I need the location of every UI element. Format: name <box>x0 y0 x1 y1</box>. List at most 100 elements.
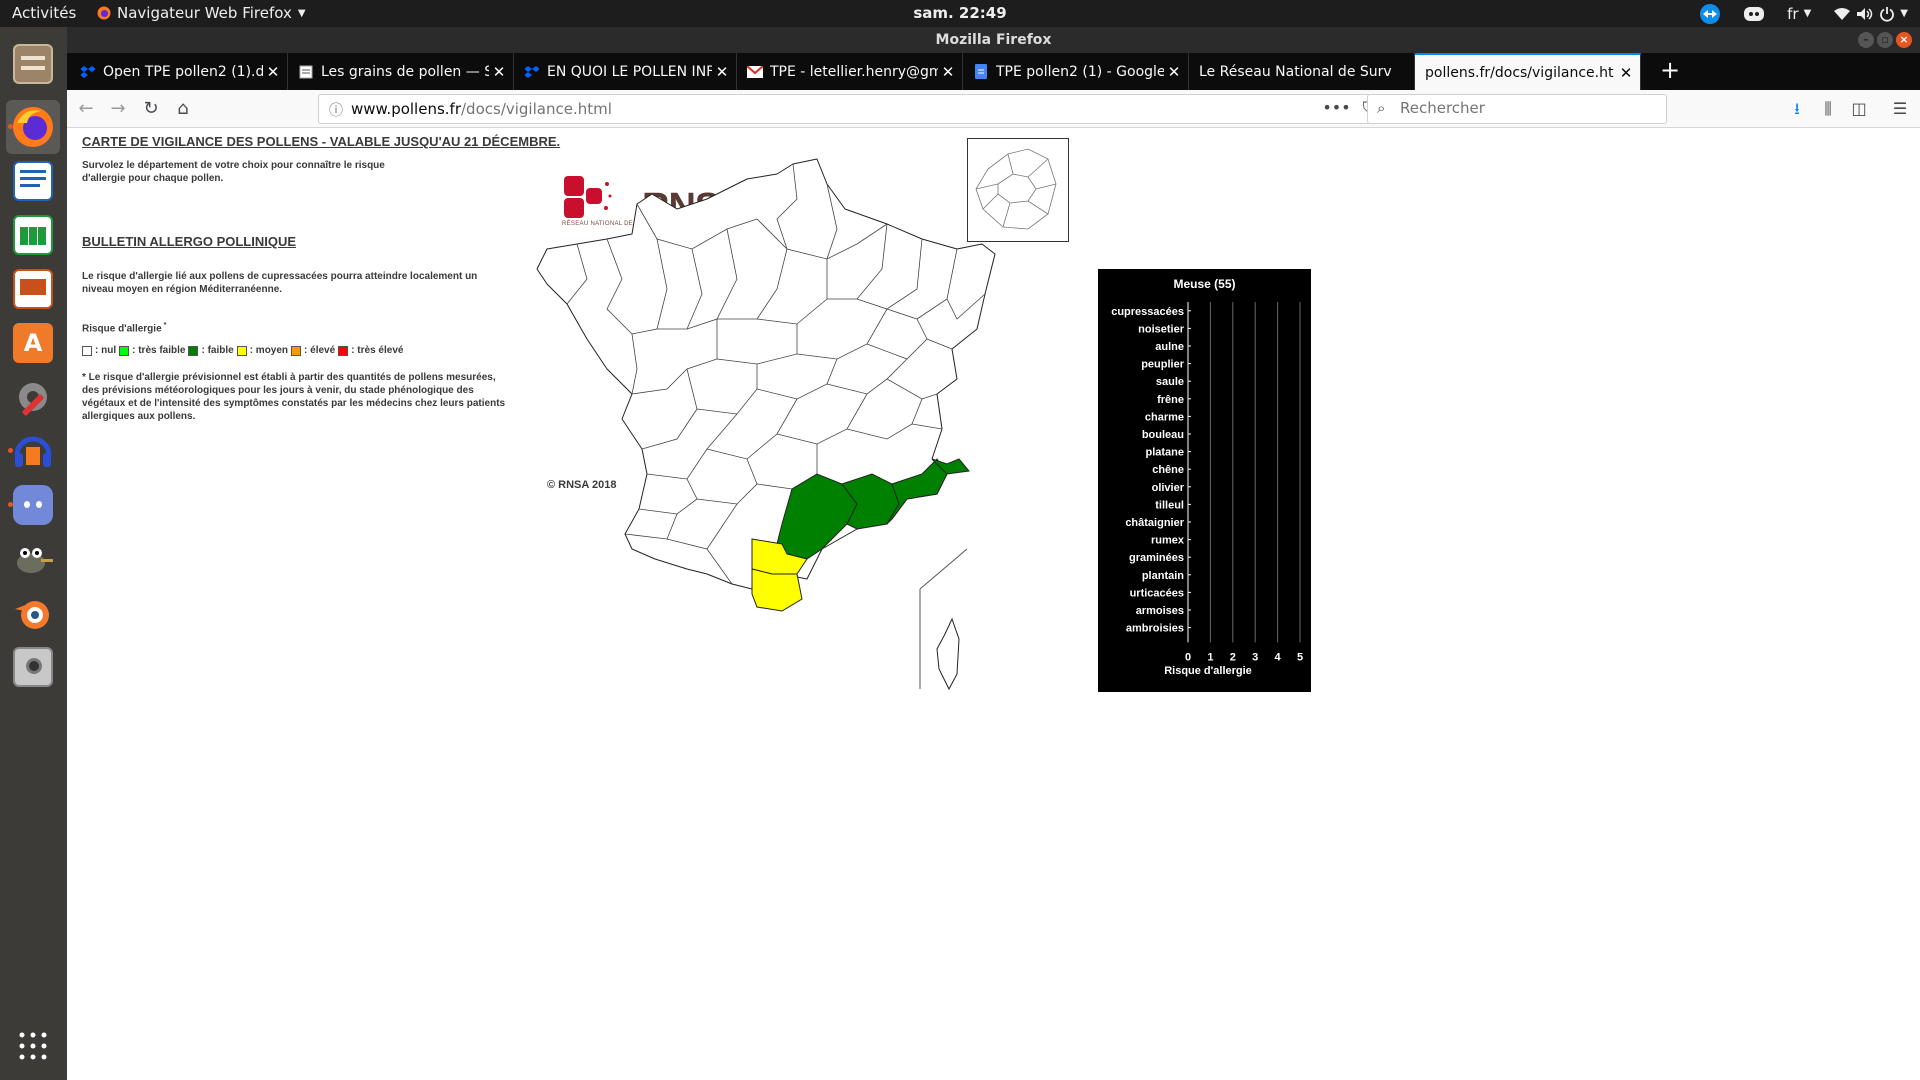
chart-category-label: noisetier <box>1138 323 1185 335</box>
discord-tray-icon[interactable] <box>1743 5 1765 23</box>
dock-audacity[interactable] <box>6 424 60 478</box>
chart-category-label: saule <box>1156 376 1184 388</box>
dock-screenshot[interactable] <box>6 640 60 694</box>
tab-title: Le Réseau National de Surv <box>1199 63 1392 80</box>
window-titlebar[interactable]: Mozilla Firefox – ▫ × <box>67 27 1920 53</box>
tab-2[interactable]: Les grains de pollen — S ✕ <box>288 53 514 90</box>
dropbox-icon <box>524 64 540 80</box>
docs-icon <box>973 64 989 80</box>
teamviewer-tray-icon[interactable] <box>1699 3 1721 25</box>
close-tab-icon[interactable]: ✕ <box>489 63 509 81</box>
france-departments-map[interactable] <box>527 129 1167 779</box>
legend-swatch-tres-eleve <box>338 345 349 356</box>
dock-impress[interactable] <box>6 262 60 316</box>
discord-icon <box>13 485 53 525</box>
page-content: CARTE DE VIGILANCE DES POLLENS - VALABLE… <box>67 129 1920 1080</box>
dock-blender[interactable] <box>6 586 60 640</box>
corsica-separator <box>919 548 968 590</box>
tab-4[interactable]: TPE - letellier.henry@gm ✕ <box>737 53 963 90</box>
minimize-button[interactable]: – <box>1858 32 1874 48</box>
language-label: fr <box>1787 4 1799 23</box>
forward-button[interactable]: → <box>106 97 130 121</box>
dock-software[interactable]: A <box>6 316 60 370</box>
tab-title: TPE - letellier.henry@gm <box>770 63 938 80</box>
allergy-risk-chart: Meuse (55) 0 1 2 3 4 5 cupressacées noisetier au… <box>1098 269 1311 692</box>
downloads-icon[interactable]: ⭳ <box>1786 98 1808 120</box>
tab-1[interactable]: Open TPE pollen2 (1).do ✕ <box>70 53 288 90</box>
caret-down-icon: ▼ <box>297 7 306 19</box>
chart-category-label: châtaignier <box>1125 517 1184 529</box>
chart-category-label: graminées <box>1129 552 1184 564</box>
blender-icon <box>15 601 49 629</box>
home-button[interactable]: ⌂ <box>171 97 195 121</box>
url-bar[interactable]: ⓘ www.pollens.fr/docs/vigilance.html •••… <box>318 94 1410 124</box>
tab-3[interactable]: EN QUOI LE POLLEN INF ✕ <box>514 53 737 90</box>
chart-category-label: rumex <box>1151 535 1185 547</box>
hamburger-menu-icon[interactable]: ☰ <box>1889 98 1911 120</box>
dock-writer[interactable] <box>6 154 60 208</box>
dock-settings[interactable] <box>6 370 60 424</box>
dock-calc[interactable] <box>6 208 60 262</box>
chart-category-label: tilleul <box>1155 499 1184 511</box>
clock[interactable]: sam. 22:49 <box>913 4 1006 22</box>
dock-show-apps[interactable] <box>6 1019 60 1073</box>
tab-5[interactable]: TPE pollen2 (1) - Google ✕ <box>963 53 1189 90</box>
info-icon[interactable]: ⓘ <box>329 100 343 120</box>
page-title: CARTE DE VIGILANCE DES POLLENS - VALABLE… <box>82 134 561 149</box>
search-bar[interactable]: ⌕ <box>1367 94 1667 124</box>
chart-category-label: chêne <box>1152 464 1184 476</box>
dock-gimp[interactable] <box>6 532 60 586</box>
maximize-button[interactable]: ▫ <box>1877 32 1893 48</box>
risk-legend: : nul : très faible : faible : moyen : é… <box>82 345 403 356</box>
legend-label: : très faible <box>132 345 186 356</box>
search-input[interactable] <box>1400 99 1660 117</box>
dock-firefox[interactable] <box>6 100 60 154</box>
legend-swatch-moyen <box>236 345 247 356</box>
close-window-button[interactable]: × <box>1896 32 1912 48</box>
app-menu[interactable]: Navigateur Web Firefox ▼ <box>97 4 306 22</box>
page-icon <box>298 64 314 80</box>
tab-7-active[interactable]: pollens.fr/docs/vigilance.ht ✕ <box>1415 53 1641 90</box>
bulletin-text: Le risque d'allergie lié aux pollens de … <box>82 271 478 295</box>
corsica-outline <box>936 617 960 691</box>
legend-swatch-tres-faible <box>119 345 130 356</box>
volume-icon <box>1857 7 1873 20</box>
tab-title: Open TPE pollen2 (1).do <box>103 63 263 80</box>
close-tab-icon[interactable]: ✕ <box>1164 63 1184 81</box>
sidebar-icon[interactable]: ◫ <box>1848 98 1870 120</box>
bulletin-heading: BULLETIN ALLERGO POLLINIQUE <box>82 234 297 249</box>
back-button[interactable]: ← <box>74 97 98 121</box>
legend-label: : élevé <box>304 345 336 356</box>
close-tab-icon[interactable]: ✕ <box>1616 64 1636 82</box>
url-domain: www.pollens.fr <box>351 100 461 118</box>
reload-button[interactable]: ↻ <box>139 97 163 121</box>
library-icon[interactable]: ⫼ <box>1817 98 1839 120</box>
chart-x-axis-label: Risque d'allergie <box>1164 665 1252 677</box>
close-tab-icon[interactable]: ✕ <box>712 63 732 81</box>
screenshot-icon <box>13 647 53 687</box>
writer-icon <box>13 161 53 201</box>
new-tab-button[interactable]: + <box>1654 53 1686 90</box>
language-selector[interactable]: fr ▼ <box>1787 5 1811 23</box>
show-apps-icon <box>19 1032 47 1060</box>
activities-button[interactable]: Activités <box>12 4 76 22</box>
dock-files[interactable] <box>6 37 60 91</box>
firefox-icon <box>13 107 53 147</box>
system-menu[interactable]: ▼ <box>1833 6 1908 22</box>
tab-title: TPE pollen2 (1) - Google <box>996 63 1164 80</box>
system-top-bar: Activités Navigateur Web Firefox ▼ sam. … <box>0 0 1920 27</box>
ile-de-france-inset[interactable] <box>967 138 1069 242</box>
close-tab-icon[interactable]: ✕ <box>263 63 283 81</box>
caret-down-icon: ▼ <box>1803 8 1812 19</box>
app-menu-label: Navigateur Web Firefox <box>117 4 292 22</box>
tab-title: Les grains de pollen — S <box>321 63 489 80</box>
dock-discord[interactable] <box>6 478 60 532</box>
page-actions-icon[interactable]: ••• <box>1322 98 1350 118</box>
chart-category-label: armoises <box>1136 605 1184 617</box>
tab-6[interactable]: Le Réseau National de Surv <box>1189 53 1415 90</box>
close-tab-icon[interactable]: ✕ <box>938 63 958 81</box>
audacity-icon <box>14 436 52 467</box>
gimp-icon <box>17 548 53 573</box>
legend-swatch-nul <box>82 345 92 356</box>
risk-heading-text: Risque d'allergie <box>82 323 162 335</box>
